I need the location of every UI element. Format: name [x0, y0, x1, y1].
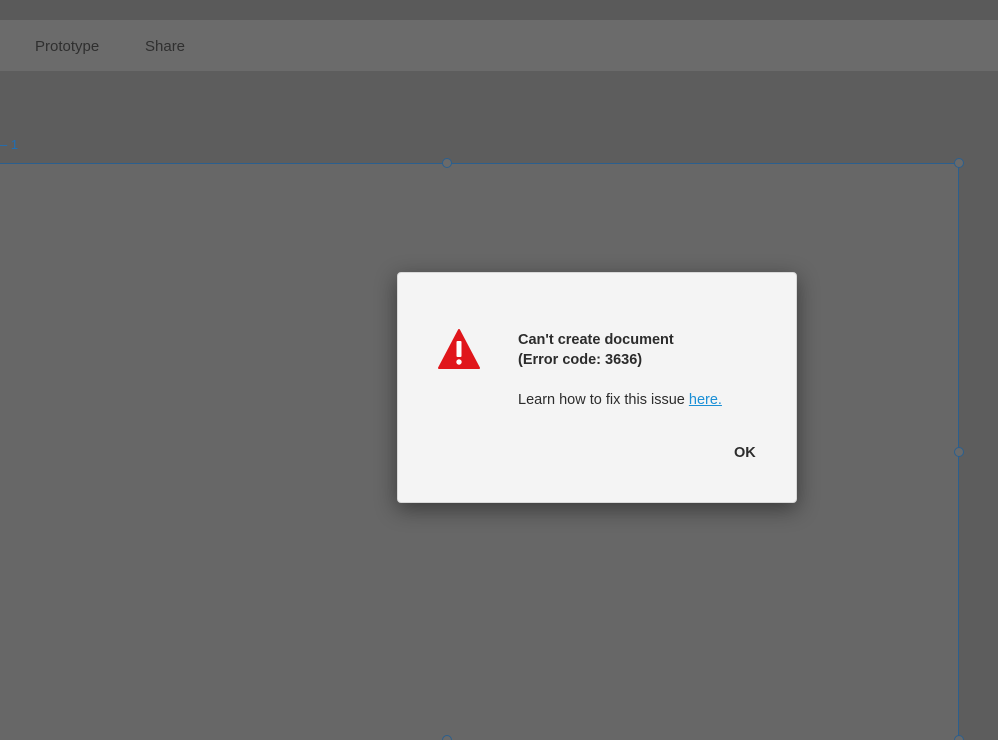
ok-button[interactable]: OK — [730, 443, 760, 463]
selection-handle-bottom-right[interactable] — [954, 735, 964, 740]
help-link[interactable]: here. — [689, 392, 722, 408]
warning-triangle-icon — [438, 329, 480, 369]
selection-handle-right-middle[interactable] — [954, 447, 964, 457]
help-message: Learn how to fix this issue here. — [518, 390, 722, 410]
top-toolbar: Prototype Share — [0, 20, 998, 71]
error-dialog: Can't create document (Error code: 3636)… — [397, 272, 797, 503]
help-text: Learn how to fix this issue — [518, 392, 689, 408]
tab-prototype[interactable]: Prototype — [35, 38, 99, 55]
error-code: (Error code: 3636) — [518, 352, 643, 368]
selection-handle-bottom-middle[interactable] — [442, 735, 452, 740]
error-title: Can't create document — [518, 332, 674, 348]
title-bar — [0, 0, 998, 20]
artboard-label[interactable]: – 1 — [0, 137, 18, 152]
selection-handle-top-right[interactable] — [954, 158, 964, 168]
selection-handle-top-middle[interactable] — [442, 158, 452, 168]
tab-share[interactable]: Share — [145, 38, 185, 55]
